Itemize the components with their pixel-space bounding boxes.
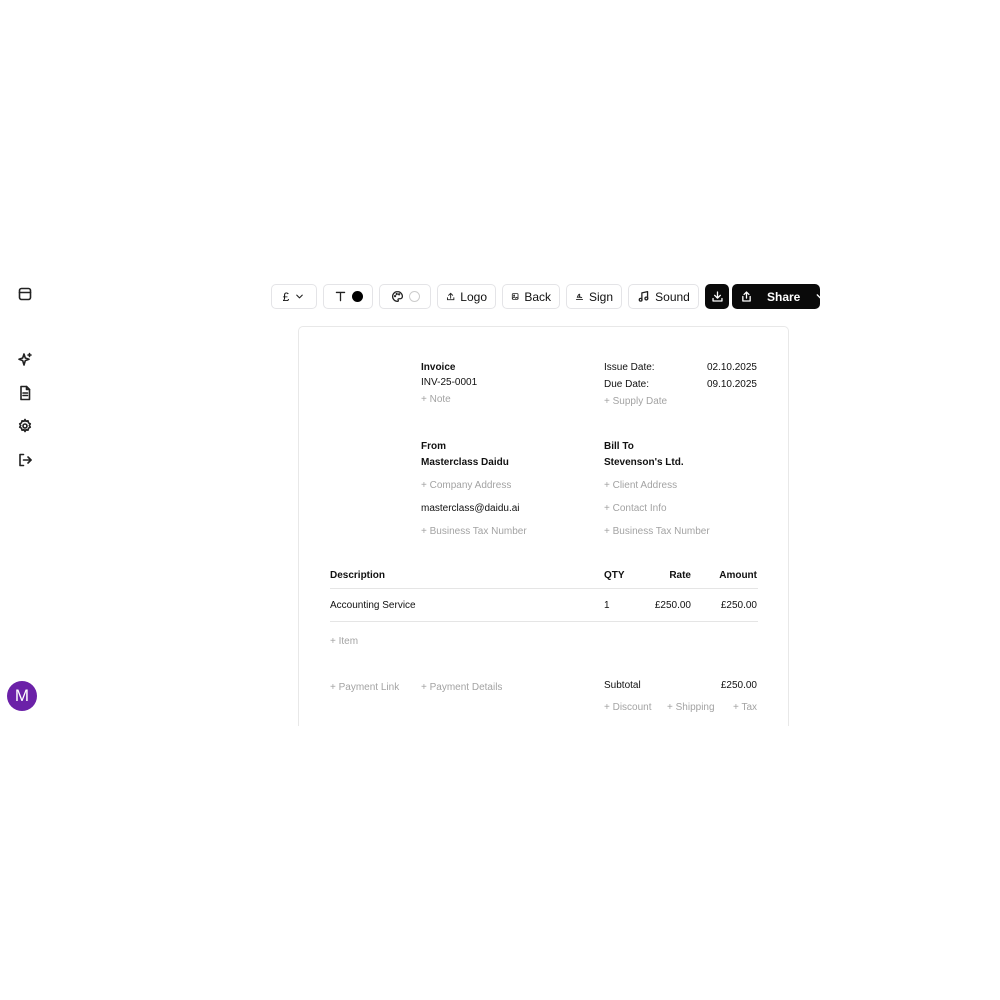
from-heading: From — [421, 441, 446, 452]
chevron-down-icon — [816, 294, 825, 299]
add-note-link[interactable]: + Note — [421, 394, 451, 405]
share-button-group: Share — [732, 284, 825, 309]
row-amount: £250.00 — [720, 600, 757, 611]
logo-button[interactable]: Logo — [437, 284, 496, 309]
add-shipping-link[interactable]: + Shipping — [667, 702, 715, 713]
toolbar: £ Logo Back Sign Sound Share — [271, 284, 825, 309]
bill-to-client-name[interactable]: Stevenson's Ltd. — [604, 457, 684, 468]
due-date-label: Due Date: — [604, 379, 650, 390]
sound-button-label: Sound — [655, 289, 690, 304]
add-supply-date-link[interactable]: + Supply Date — [604, 396, 667, 407]
share-icon — [742, 291, 751, 302]
sign-button-label: Sign — [588, 289, 613, 304]
bill-to-heading: Bill To — [604, 441, 634, 452]
invoice-card: Invoice INV-25-0001 + Note Issue Date: 0… — [298, 326, 789, 726]
column-header-rate: Rate — [669, 570, 691, 581]
share-button[interactable]: Share — [732, 284, 808, 309]
sound-button[interactable]: Sound — [628, 284, 699, 309]
add-payment-details-link[interactable]: + Payment Details — [421, 682, 502, 693]
share-menu-toggle[interactable] — [808, 284, 833, 309]
issue-date-label: Issue Date: — [604, 362, 655, 373]
column-header-description: Description — [330, 570, 386, 581]
gear-icon[interactable] — [15, 416, 35, 436]
add-discount-link[interactable]: + Discount — [604, 702, 652, 713]
background-button[interactable]: Back — [502, 284, 560, 309]
add-item-link[interactable]: + Item — [330, 636, 358, 647]
row-rate[interactable]: £250.00 — [655, 600, 691, 611]
add-payment-link[interactable]: + Payment Link — [330, 682, 399, 693]
subtotal-label: Subtotal — [604, 680, 641, 691]
subtotal-value: £250.00 — [720, 680, 757, 691]
download-icon — [711, 291, 723, 302]
column-header-amount: Amount — [719, 570, 757, 581]
add-company-address-link[interactable]: + Company Address — [421, 480, 511, 491]
sign-button[interactable]: Sign — [566, 284, 622, 309]
add-tax-link[interactable]: + Tax — [733, 702, 757, 713]
table-header-divider — [330, 588, 758, 589]
from-company-name[interactable]: Masterclass Daidu — [421, 457, 509, 468]
theme-color-swatch — [408, 291, 420, 302]
add-contact-info-link[interactable]: + Contact Info — [604, 503, 667, 514]
font-color-swatch — [351, 291, 363, 302]
image-icon — [511, 293, 519, 300]
panel-icon[interactable] — [15, 284, 35, 304]
text-icon — [335, 291, 345, 302]
background-button-label: Back — [524, 289, 551, 304]
upload-icon — [446, 292, 455, 301]
signature-icon — [575, 293, 584, 301]
logout-icon[interactable] — [15, 450, 35, 470]
currency-symbol: £ — [282, 289, 290, 304]
add-client-address-link[interactable]: + Client Address — [604, 480, 677, 491]
invoice-number[interactable]: INV-25-0001 — [421, 377, 477, 388]
table-row-divider — [330, 621, 758, 622]
currency-select[interactable]: £ — [271, 284, 317, 309]
chevron-down-icon — [296, 294, 304, 299]
logo-button-label: Logo — [460, 289, 487, 304]
sparkles-icon[interactable] — [15, 350, 35, 370]
due-date-value[interactable]: 09.10.2025 — [707, 379, 757, 390]
music-note-icon — [638, 290, 649, 302]
share-button-label: Share — [767, 289, 801, 304]
from-email[interactable]: masterclass@daidu.ai — [421, 503, 520, 514]
font-color-button[interactable] — [323, 284, 373, 309]
theme-color-button[interactable] — [379, 284, 431, 309]
add-from-tax-number-link[interactable]: + Business Tax Number — [421, 526, 527, 537]
row-qty[interactable]: 1 — [604, 600, 610, 611]
download-button[interactable] — [705, 284, 729, 309]
avatar[interactable]: M — [7, 681, 37, 711]
document-icon[interactable] — [15, 383, 35, 403]
column-header-qty: QTY — [604, 570, 625, 581]
invoice-title: Invoice — [421, 362, 456, 373]
palette-icon — [391, 290, 403, 303]
row-description[interactable]: Accounting Service — [330, 600, 416, 611]
issue-date-value[interactable]: 02.10.2025 — [707, 362, 757, 373]
add-client-tax-number-link[interactable]: + Business Tax Number — [604, 526, 710, 537]
